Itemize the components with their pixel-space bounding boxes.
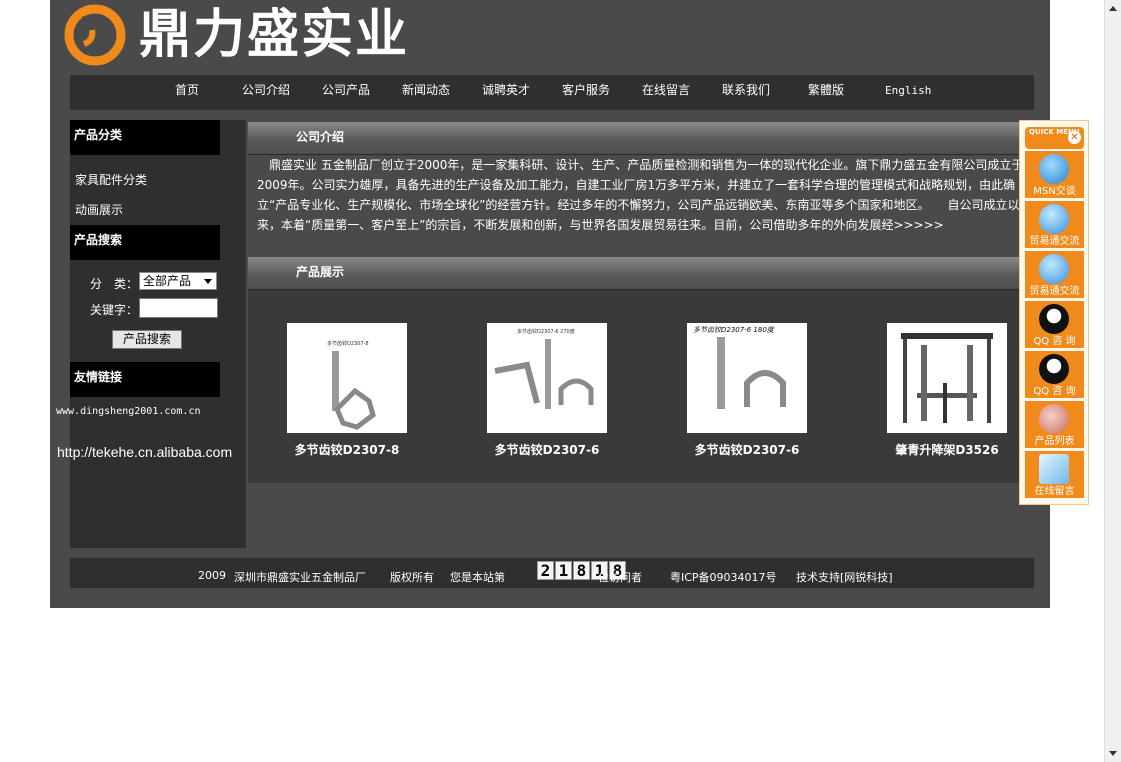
quick-item-label: 贸易通交流 [1029,286,1080,297]
about-text: 鼎盛实业 五金制品厂创立于2000年，是一家集科研、设计、生产、产品质量检测和销… [257,158,1024,232]
page-container: 鼎力盛实业 首页 公司介绍 公司产品 新闻动态 诚聘英才 客户服务 在线留言 联… [50,0,1050,608]
nav-service[interactable]: 客户服务 [562,75,610,110]
qq-penguin-icon [1039,304,1069,334]
footer-visitor-suffix: 位访问者 [598,571,642,584]
product-image-label: 多节齿铰D2307-6 270度 [517,328,575,335]
quick-item-label: 在线留言 [1034,486,1075,497]
product-search-button[interactable]: 产品搜索 [112,330,182,349]
counter-digit: 8 [573,561,590,580]
quick-item-label: QQ 咨 询 [1033,386,1076,397]
products-title: 产品展示 [296,265,345,279]
quick-menu-panel: QUICK MENU ✕ MSN交谈 贸易通交流 贸易通交流 QQ 咨 询 QQ… [1019,120,1089,505]
product-name[interactable]: 肇青升降架D3526 [872,441,1022,458]
footer-year: 2009 [198,569,226,582]
scroll-up-icon[interactable] [1109,6,1117,11]
about-title-bar: 公司介绍 [248,122,1034,155]
quick-menu-header: QUICK MENU ✕ [1025,127,1084,149]
nav-news[interactable]: 新闻动态 [402,75,450,110]
footer-rights: 版权所有 [390,571,434,584]
product-image[interactable]: 多节齿铰D2307-6 270度 [487,323,607,433]
footer: 2009 深圳市鼎盛实业五金制品厂 版权所有 您是本站第 2 1 8 1 8 位… [70,558,1034,588]
nav-traditional[interactable]: 繁體版 [808,75,844,110]
category-heading: 产品分类 [70,120,220,155]
dropdown-arrow-icon [204,279,212,284]
category-furniture[interactable]: 家具配件分类 [75,171,147,188]
quick-item-label: MSN交谈 [1033,186,1076,197]
quick-item-label: QQ 咨 询 [1033,336,1076,347]
quick-msn[interactable]: MSN交谈 [1025,151,1084,198]
quick-product-list[interactable]: 产品列表 [1025,401,1084,448]
trademanager-icon [1039,254,1069,284]
footer-company: 深圳市鼎盛实业五金制品厂 [234,571,366,584]
message-note-icon [1039,454,1069,484]
products-title-bar: 产品展示 [248,257,1034,290]
logo-text: 鼎力盛实业 [139,5,410,65]
nav-english[interactable]: English [885,75,931,110]
quick-message[interactable]: 在线留言 [1025,451,1084,498]
nav-home[interactable]: 首页 [175,75,199,110]
footer-icp[interactable]: 粤ICP备09034017号 [670,569,777,585]
company-logo[interactable]: 鼎力盛实业 [64,4,424,66]
quick-item-label: 产品列表 [1034,436,1075,447]
quick-item-label: 贸易通交流 [1029,236,1080,247]
footer-visitor-prefix: 您是本站第 [450,571,505,584]
logo-mark-icon [64,4,126,66]
links-heading: 友情链接 [70,362,220,397]
quick-trade-1[interactable]: 贸易通交流 [1025,201,1084,248]
sidebar: 产品分类 家具配件分类 动画展示 产品搜索 分 类： 全部产品 关键字： 产品搜… [70,120,246,548]
quick-qq-1[interactable]: QQ 咨 询 [1025,301,1084,348]
product-image[interactable] [887,323,1007,433]
category-label: 分 类： [90,277,139,291]
product-image[interactable]: 多节齿铰D2307-8 [287,323,407,433]
main-nav: 首页 公司介绍 公司产品 新闻动态 诚聘英才 客户服务 在线留言 联系我们 繁體… [70,75,1034,110]
nav-about[interactable]: 公司介绍 [242,75,290,110]
friend-link-alibaba[interactable]: http://tekehe.cn.alibaba.com [57,444,232,460]
friend-link-dingsheng[interactable]: www.dingsheng2001.com.cn [56,406,201,417]
close-icon[interactable]: ✕ [1068,131,1081,144]
product-image[interactable]: 多节齿铰D2307-6 180度 [687,323,807,433]
vertical-scrollbar[interactable] [1104,0,1121,762]
nav-products[interactable]: 公司产品 [322,75,370,110]
category-select-value: 全部产品 [143,274,192,288]
quick-trade-2[interactable]: 贸易通交流 [1025,251,1084,298]
product-gallery: 多节齿铰D2307-8 多节齿铰D2307-8 多节齿铰D2307-6 270度… [248,290,1034,483]
product-name[interactable]: 多节齿铰D2307-6 [672,441,822,458]
category-animation[interactable]: 动画展示 [75,201,123,218]
scroll-down-icon[interactable] [1109,751,1117,756]
product-list-icon [1039,404,1069,434]
quick-qq-2[interactable]: QQ 咨 询 [1025,351,1084,398]
nav-message[interactable]: 在线留言 [642,75,690,110]
nav-contact[interactable]: 联系我们 [722,75,770,110]
footer-support[interactable]: 技术支持[网锐科技] [796,569,893,585]
product-image-label: 多节齿铰D2307-6 180度 [693,326,775,334]
category-select[interactable]: 全部产品 [139,272,217,290]
trademanager-icon [1039,204,1069,234]
about-title: 公司介绍 [296,130,345,144]
qq-penguin-icon [1039,354,1069,384]
counter-digit: 2 [537,561,554,580]
nav-careers[interactable]: 诚聘英才 [482,75,530,110]
keyword-input[interactable] [139,298,218,318]
product-name[interactable]: 多节齿铰D2307-6 [472,441,622,458]
search-heading: 产品搜索 [70,225,220,260]
msn-icon [1039,154,1069,184]
product-image-label: 多节齿铰D2307-8 [327,340,369,347]
product-name[interactable]: 多节齿铰D2307-8 [272,441,422,458]
counter-digit: 1 [555,561,572,580]
keyword-label: 关键字： [90,303,139,317]
